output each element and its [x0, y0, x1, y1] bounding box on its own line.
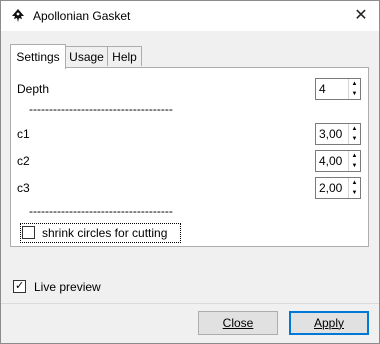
spin-down-icon[interactable]: ▼ [349, 188, 360, 198]
separator-line: ------------------------------------ [29, 204, 173, 218]
c2-label: c2 [17, 154, 30, 168]
tab-settings[interactable]: Settings [10, 44, 66, 69]
c1-value[interactable]: 3,00 [319, 127, 342, 141]
inkscape-icon [12, 9, 24, 22]
spin-up-icon[interactable]: ▲ [349, 151, 360, 161]
c1-label: c1 [17, 127, 30, 141]
close-button-label: Close [222, 316, 254, 330]
separator-line: ------------------------------------ [29, 102, 173, 116]
spin-up-icon[interactable]: ▲ [349, 79, 360, 89]
tab-help[interactable]: Help [107, 46, 142, 66]
apply-button-label: Apply [313, 316, 345, 330]
check-icon: ✓ [15, 280, 25, 292]
tab-usage[interactable]: Usage [65, 46, 108, 66]
spin-up-icon[interactable]: ▲ [349, 124, 360, 134]
footer-divider [1, 303, 379, 304]
title-bar: Apollonian Gasket ✕ [1, 1, 379, 31]
settings-panel: Depth 4 ▲ ▼ ----------------------------… [10, 67, 369, 247]
dialog-window: Apollonian Gasket ✕ Settings Usage Help … [0, 0, 380, 344]
apply-button[interactable]: Apply [289, 311, 369, 335]
c1-spinbox[interactable]: 3,00 ▲ ▼ [315, 123, 361, 145]
spin-up-icon[interactable]: ▲ [349, 178, 360, 188]
spin-down-icon[interactable]: ▼ [349, 161, 360, 171]
c2-spinbox[interactable]: 4,00 ▲ ▼ [315, 150, 361, 172]
c2-value[interactable]: 4,00 [319, 154, 342, 168]
live-preview-label[interactable]: Live preview [34, 280, 101, 294]
live-preview-checkbox[interactable]: ✓ [13, 280, 26, 293]
depth-label: Depth [17, 82, 50, 96]
spin-down-icon[interactable]: ▼ [349, 134, 360, 144]
shrink-checkbox[interactable] [22, 226, 35, 239]
shrink-label[interactable]: shrink circles for cutting [42, 226, 167, 240]
spin-down-icon[interactable]: ▼ [349, 89, 360, 99]
window-title: Apollonian Gasket [33, 9, 131, 23]
close-button[interactable]: Close [198, 311, 278, 335]
c3-value[interactable]: 2,00 [319, 181, 342, 195]
c3-spinbox[interactable]: 2,00 ▲ ▼ [315, 177, 361, 199]
close-window-button[interactable]: ✕ [348, 5, 374, 27]
depth-spinbox[interactable]: 4 ▲ ▼ [315, 78, 361, 100]
c3-label: c3 [17, 181, 30, 195]
depth-value[interactable]: 4 [319, 82, 326, 96]
